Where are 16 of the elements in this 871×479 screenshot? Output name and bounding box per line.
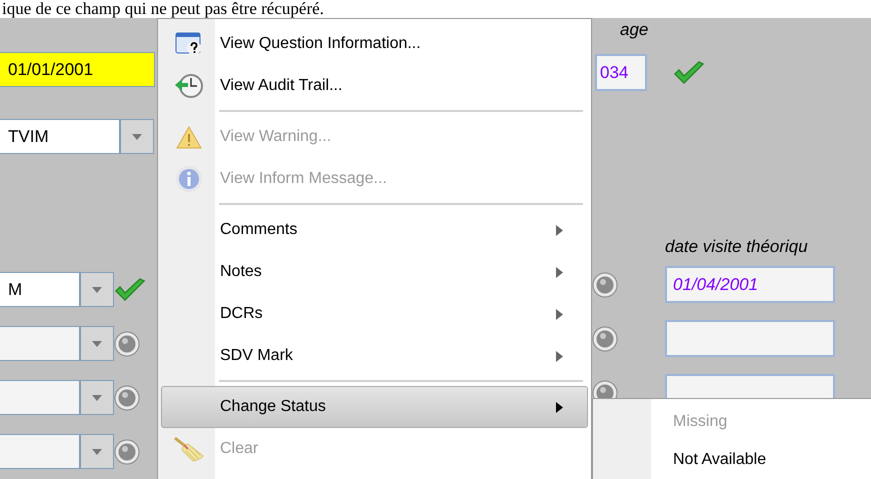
menu-item[interactable]: View Audit Trail... xyxy=(161,65,588,107)
document-text: ique de ce champ qui ne peut pas être récupéré. xyxy=(2,0,324,18)
menu-item[interactable]: Not Available xyxy=(593,441,871,479)
dropdown-field[interactable]: M xyxy=(0,272,80,307)
age-label: age xyxy=(620,20,648,40)
menu-item[interactable]: View Question Information... xyxy=(161,23,588,65)
age-field[interactable]: 034 xyxy=(595,54,647,91)
menu-item[interactable]: Notes xyxy=(161,251,588,293)
dropdown-field[interactable]: TVIM xyxy=(0,119,120,154)
menu-item[interactable]: Comments xyxy=(161,209,588,251)
menu-item[interactable]: SDV Mark xyxy=(161,335,588,377)
date-field[interactable]: 01/01/2001 xyxy=(0,52,155,87)
visit-date-label: date visite théoriqu xyxy=(665,237,808,257)
menu-item[interactable]: DCRs xyxy=(161,293,588,335)
menu-item[interactable]: Change Status xyxy=(161,386,588,428)
date-field[interactable]: 01/04/2001 xyxy=(665,266,835,303)
